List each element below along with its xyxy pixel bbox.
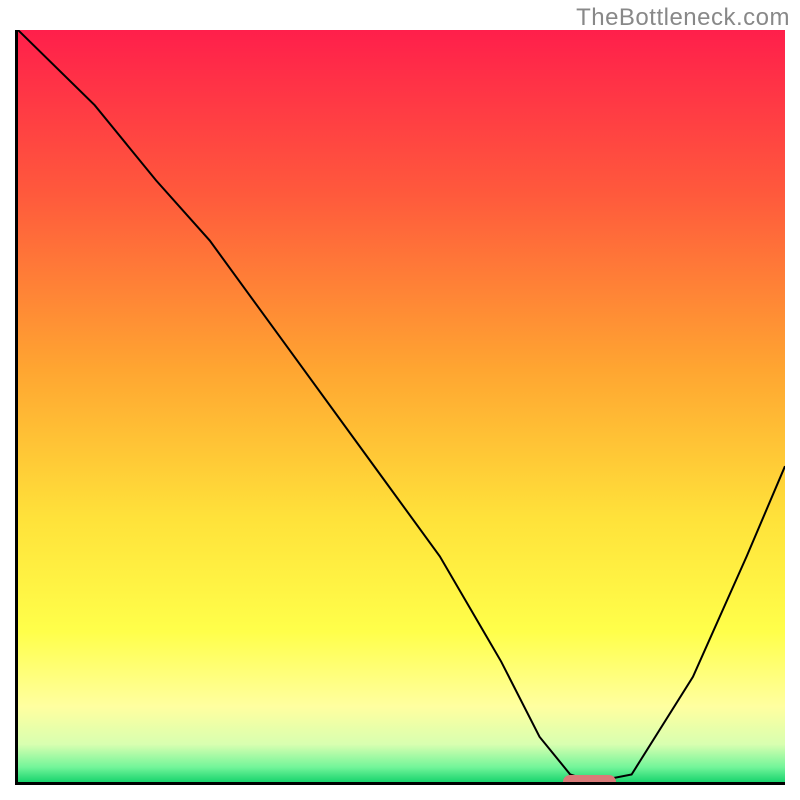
watermark-text: TheBottleneck.com: [576, 4, 790, 32]
plot-area: [15, 30, 785, 785]
gradient-background: [18, 30, 785, 782]
chart-frame: TheBottleneck.com: [0, 0, 800, 800]
optimal-range-marker: [563, 775, 617, 782]
plot-inner: [18, 30, 785, 782]
plot-svg: [18, 30, 785, 782]
